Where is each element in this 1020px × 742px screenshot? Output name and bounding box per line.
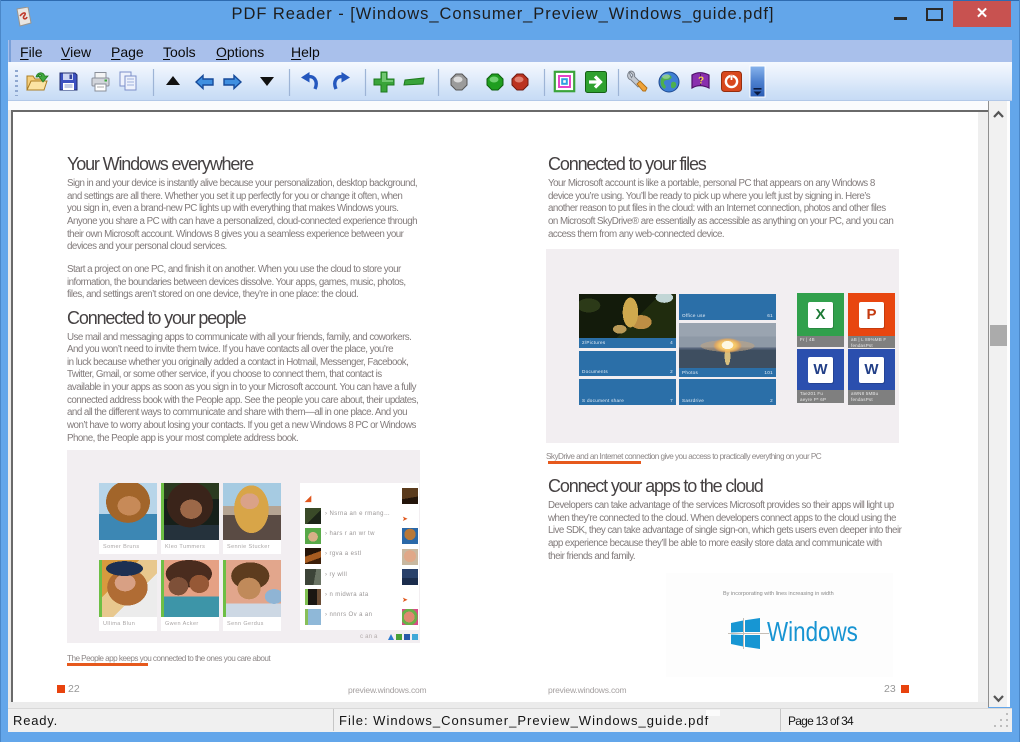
svg-text:?: ? [698,76,704,87]
